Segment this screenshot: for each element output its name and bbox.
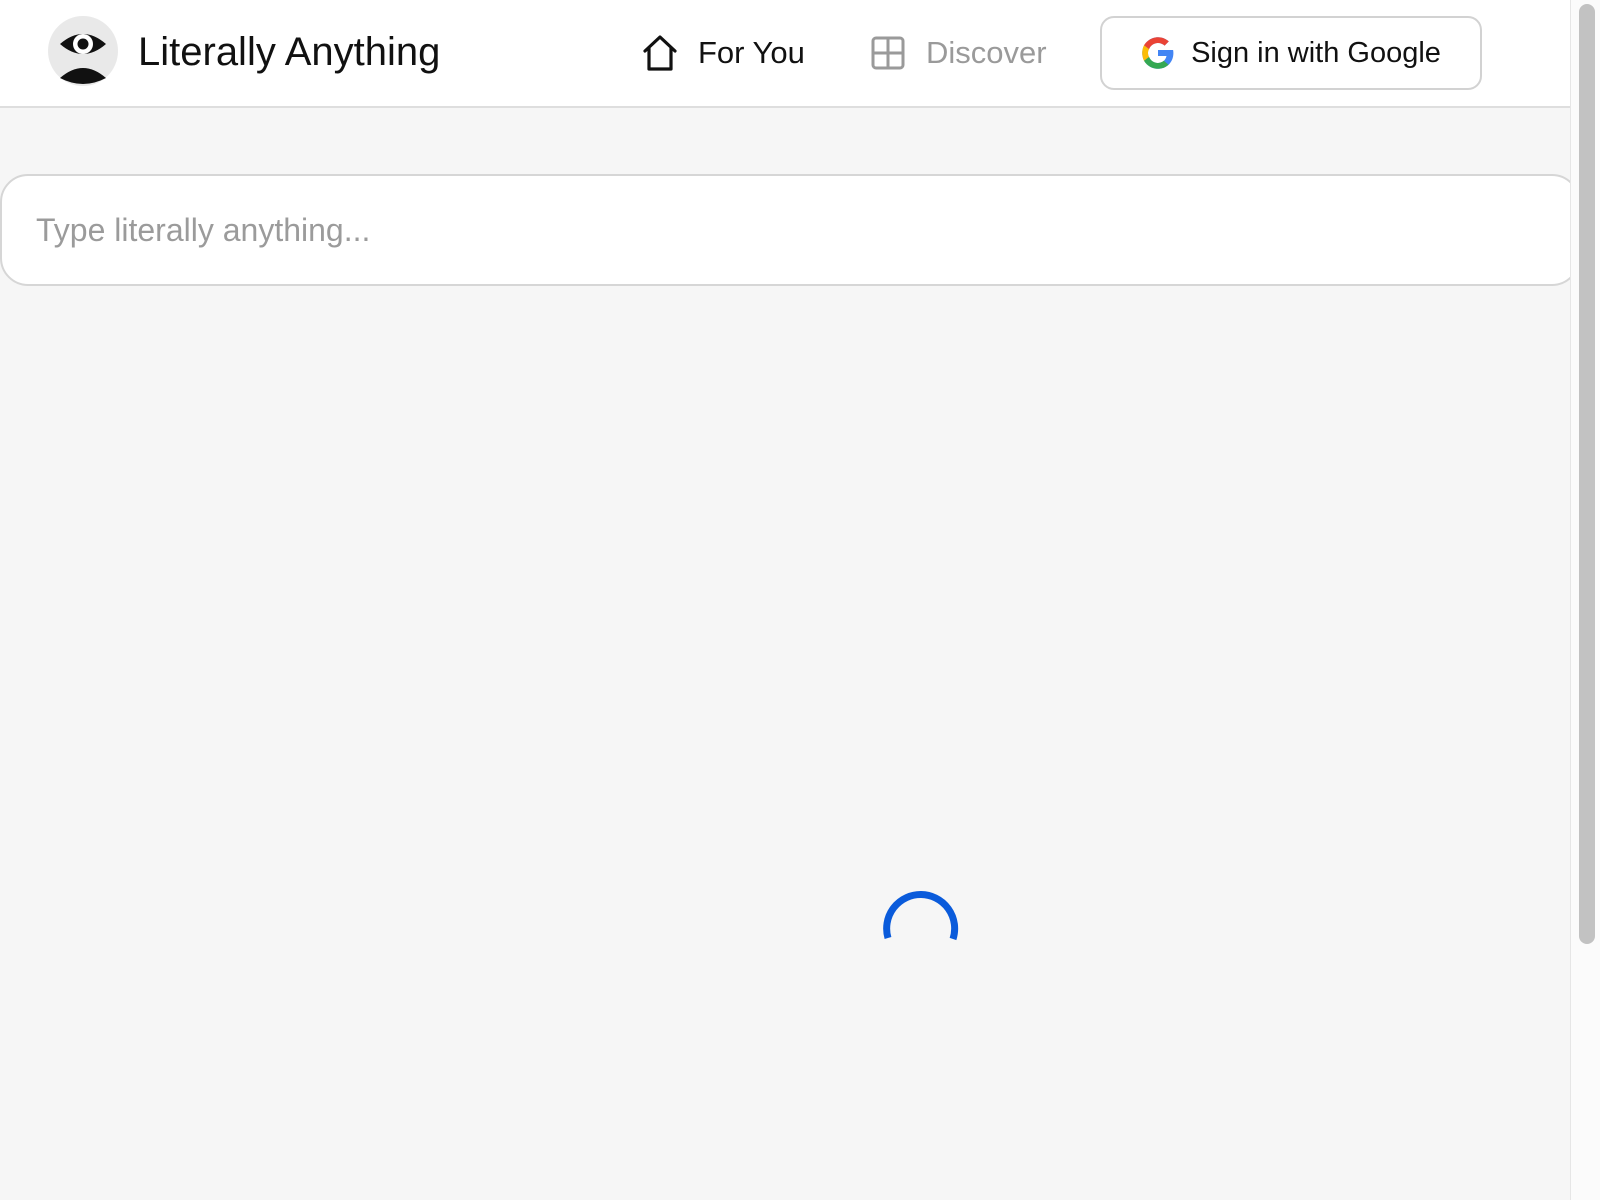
sign-in-with-google-button[interactable]: Sign in with Google — [1100, 16, 1482, 90]
home-icon — [643, 35, 677, 71]
vertical-scrollbar[interactable] — [1570, 0, 1600, 1200]
google-icon — [1142, 37, 1174, 69]
nav-discover-label: Discover — [926, 35, 1047, 70]
nav-for-you[interactable]: For You — [640, 32, 805, 74]
nav-for-you-label: For You — [698, 35, 805, 70]
scrollbar-thumb[interactable] — [1579, 4, 1595, 944]
brand-title[interactable]: Literally Anything — [138, 30, 440, 75]
nav-discover[interactable]: Discover — [868, 32, 1047, 74]
eye-person-icon[interactable] — [48, 16, 118, 86]
grid-icon — [871, 36, 905, 70]
sign-in-label: Sign in with Google — [1191, 36, 1441, 69]
top-header: Literally Anything For You Discover Sign… — [0, 0, 1570, 108]
loading-spinner-icon — [883, 891, 959, 941]
search-input[interactable] — [0, 174, 1580, 286]
